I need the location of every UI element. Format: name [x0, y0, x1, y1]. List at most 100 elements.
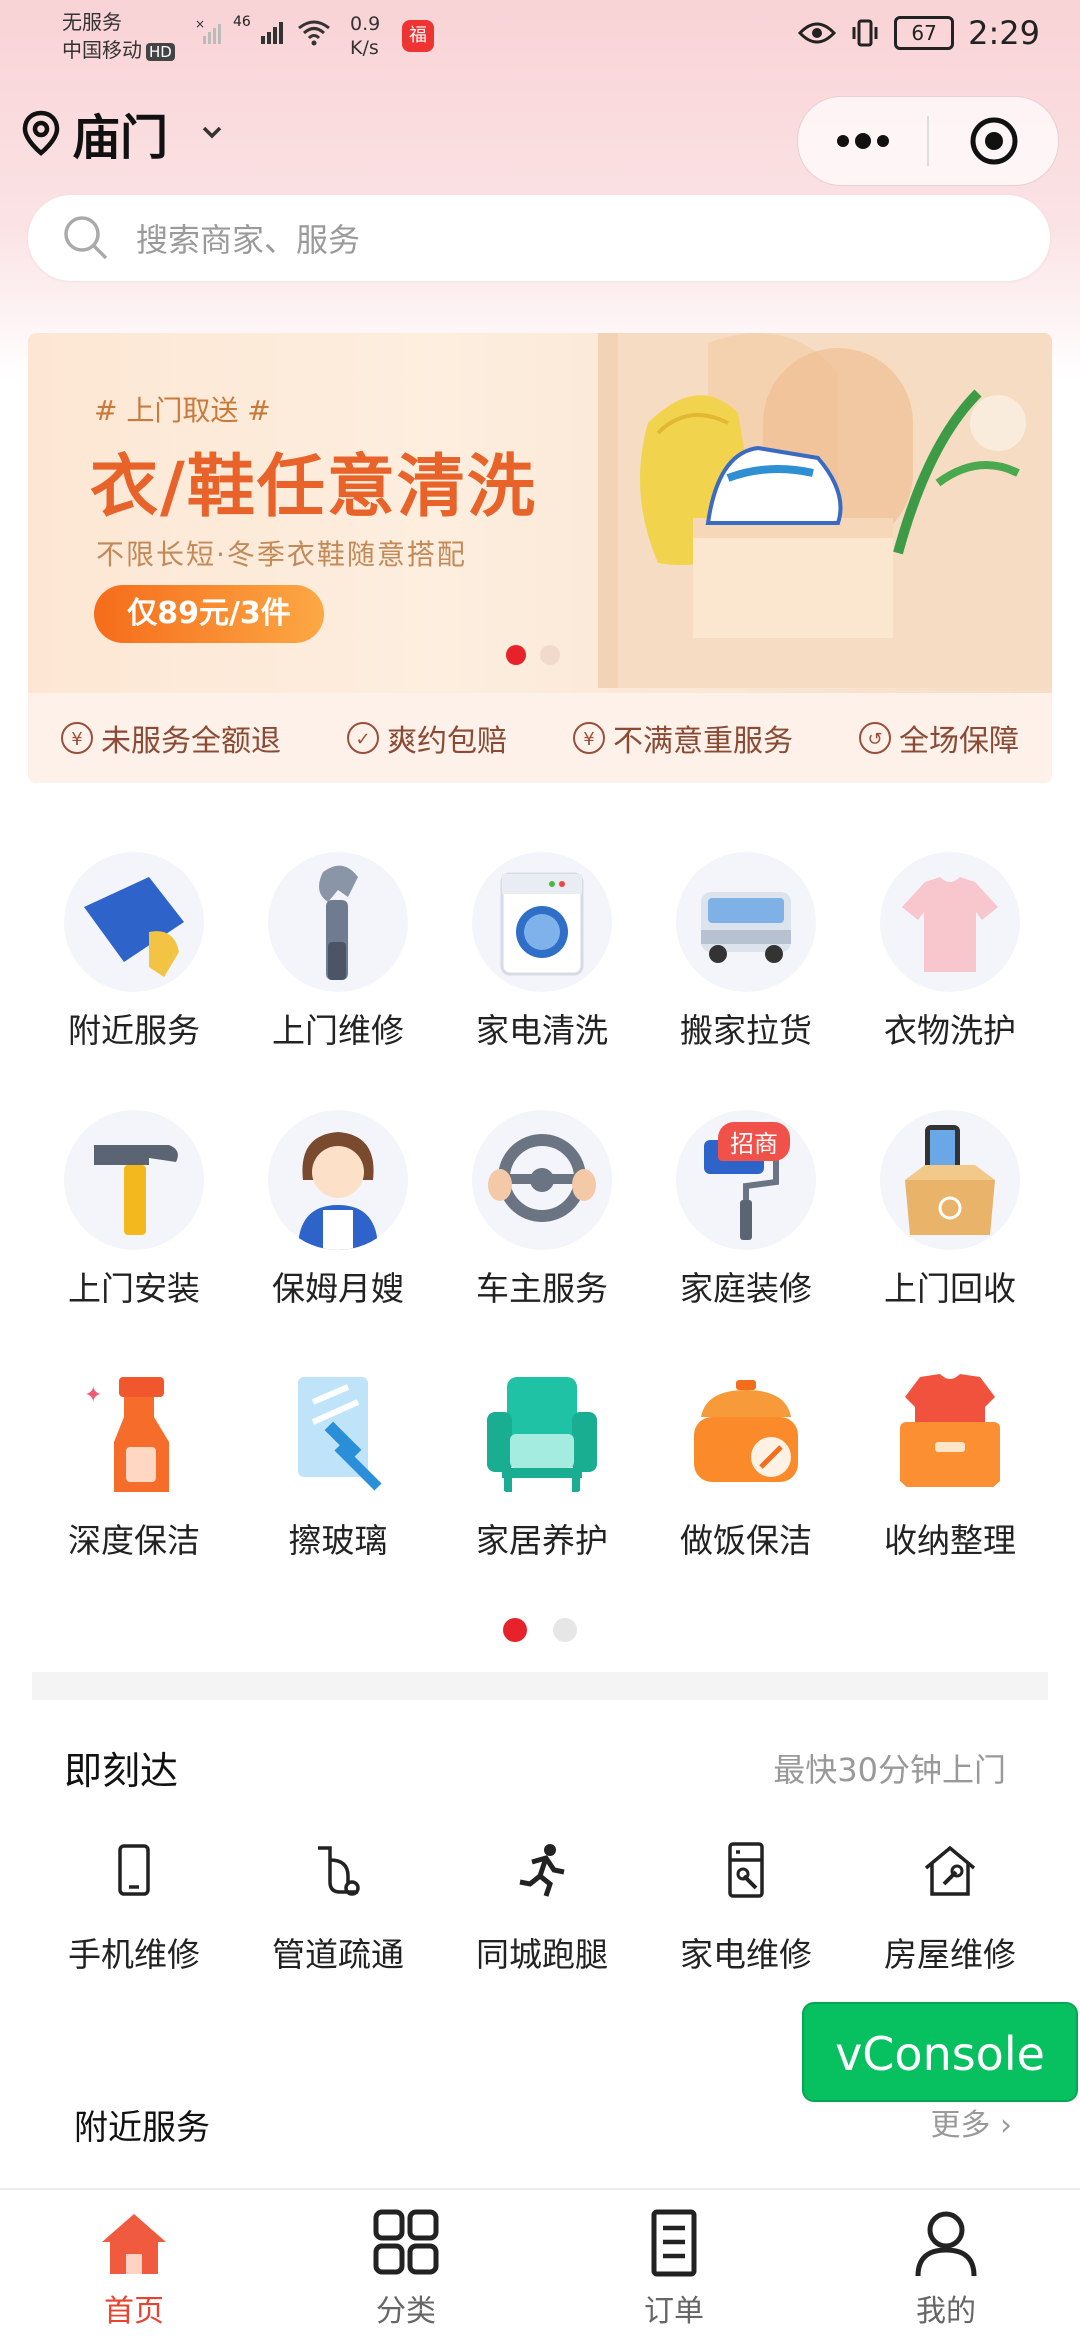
quick-pipe[interactable]: 管道疏通: [236, 1840, 440, 1976]
quick-errand[interactable]: 同城跑腿: [440, 1840, 644, 1976]
armchair-icon: [472, 1362, 612, 1502]
guarantee-label: 全场保障: [899, 724, 1019, 759]
quick-house-repair[interactable]: 房屋维修: [848, 1840, 1052, 1976]
quick-phone-repair[interactable]: 手机维修: [32, 1840, 236, 1976]
category-label: 做饭保洁: [680, 1521, 812, 1560]
runner-icon: [519, 1844, 565, 1897]
category-label: 家庭装修: [680, 1269, 812, 1308]
category-storage[interactable]: 收纳整理: [848, 1362, 1052, 1562]
guarantee-label: 爽约包赔: [387, 724, 507, 759]
page-dot[interactable]: [553, 1618, 577, 1642]
category-label: 收纳整理: [884, 1521, 1016, 1560]
banner-price-button[interactable]: 仅89元/3件: [94, 585, 324, 643]
category-nearby[interactable]: 附近服务: [32, 852, 236, 1052]
category-label: 衣物洗护: [884, 1011, 1016, 1050]
vconsole-button[interactable]: vConsole: [802, 2002, 1078, 2102]
carrier-text: 中国移动: [62, 38, 142, 62]
search-icon: [64, 216, 108, 260]
net-speed: 0.9 K/s: [350, 12, 380, 60]
tab-label: 订单: [644, 2294, 704, 2329]
battery-icon: 67: [894, 16, 955, 50]
guarantee-item: ¥ 不满意重服务: [573, 716, 793, 760]
bottom-tab-bar: 首页 分类 订单 我的: [0, 2188, 1080, 2342]
cloth-hand-icon: [64, 852, 204, 992]
signal-icon: [260, 22, 283, 44]
phone-icon: [118, 1844, 150, 1896]
user-icon: [915, 2211, 977, 2277]
hammer-icon: [64, 1110, 204, 1250]
tshirt-icon: [880, 852, 1020, 992]
category-install[interactable]: 上门安装: [32, 1110, 236, 1310]
app-notification-icon: 福: [402, 20, 434, 52]
nearby-more-link[interactable]: 更多 ›: [930, 2100, 1012, 2144]
wifi-icon: [297, 20, 330, 46]
instant-section-subtitle: 最快30分钟上门: [773, 1751, 1006, 1789]
category-appliance-clean[interactable]: 家电清洗: [440, 852, 644, 1052]
tab-profile[interactable]: 我的: [876, 2208, 1016, 2330]
tab-home[interactable]: 首页: [64, 2208, 204, 2330]
banner-title: 衣/鞋任意清洗: [90, 448, 537, 527]
quick-label: 房屋维修: [884, 1935, 1016, 1974]
tab-label: 首页: [104, 2294, 164, 2329]
category-label: 附近服务: [68, 1011, 200, 1050]
category-moving[interactable]: 搬家拉货: [644, 852, 848, 1052]
carrier-info: 无服务 中国移动 HD: [62, 8, 175, 64]
quick-appliance-repair[interactable]: 家电维修: [644, 1840, 848, 1976]
recycle-box-icon: [880, 1110, 1020, 1250]
target-circle-icon: [970, 117, 1017, 165]
guarantee-label: 未服务全额退: [101, 724, 281, 759]
category-deep-clean[interactable]: ✦ 深度保洁: [32, 1362, 236, 1562]
category-laundry[interactable]: 衣物洗护: [848, 852, 1052, 1052]
wrench-icon: [268, 852, 408, 992]
search-bar[interactable]: 搜索商家、服务: [28, 195, 1050, 281]
location-selector[interactable]: 庙门: [20, 98, 232, 168]
category-repair[interactable]: 上门维修: [236, 852, 440, 1052]
more-menu-button[interactable]: [798, 97, 927, 185]
status-bar: 无服务 中国移动 HD × 46 0.9 K/s 福 67 2:29: [0, 0, 1080, 72]
eye-icon: [798, 22, 837, 44]
vibrate-icon: [852, 19, 878, 47]
truck-icon: [676, 852, 816, 992]
order-icon: [651, 2209, 697, 2277]
category-glass[interactable]: 擦玻璃: [236, 1362, 440, 1562]
category-furniture[interactable]: 家居养护: [440, 1362, 644, 1562]
banner-pagination: [506, 645, 560, 665]
guarantee-label: 不满意重服务: [613, 724, 793, 759]
guarantee-item: ↺ 全场保障: [859, 716, 1019, 760]
nearby-section-title: 附近服务: [74, 2108, 210, 2148]
rice-cooker-icon: [676, 1362, 816, 1502]
category-nanny[interactable]: 保姆月嫂: [236, 1110, 440, 1310]
more-dots-icon: [836, 133, 889, 149]
category-label: 保姆月嫂: [272, 1269, 404, 1308]
quick-label: 家电维修: [680, 1935, 812, 1974]
merchant-badge: 招商: [718, 1122, 790, 1161]
tab-category[interactable]: 分类: [336, 2208, 476, 2330]
tab-label: 我的: [916, 2294, 976, 2329]
banner-dot-active: [506, 645, 526, 665]
svg-text:✦: ✦: [84, 1383, 102, 1408]
page-dot-active: [503, 1618, 527, 1642]
close-miniprogram-button[interactable]: [929, 97, 1058, 185]
category-car[interactable]: 车主服务: [440, 1110, 644, 1310]
quick-label: 管道疏通: [272, 1935, 404, 1974]
category-cooking[interactable]: 做饭保洁: [644, 1362, 848, 1562]
house-repair-icon: [924, 1845, 976, 1896]
category-label: 搬家拉货: [680, 1011, 812, 1050]
promo-banner[interactable]: # 上门取送 # 衣/鞋任意清洗 不限长短·冬季衣鞋随意搭配 仅89元/3件 ¥…: [28, 333, 1052, 783]
shield-icon: ✓: [347, 722, 379, 754]
jacket-shoes-illustration: [598, 333, 1052, 688]
spray-bottle-icon: ✦: [64, 1362, 204, 1502]
category-label: 家电清洗: [476, 1011, 608, 1050]
steering-wheel-icon: [472, 1110, 612, 1250]
squeegee-icon: [268, 1362, 408, 1502]
guarantee-item: ✓ 爽约包赔: [347, 716, 507, 760]
tab-orders[interactable]: 订单: [604, 2208, 744, 2330]
category-label: 上门回收: [884, 1269, 1016, 1308]
category-recycle[interactable]: 上门回收: [848, 1110, 1052, 1310]
net-type-text: 46: [233, 14, 251, 30]
location-pin-icon: [22, 110, 60, 156]
category-label: 家居养护: [476, 1521, 608, 1560]
yen-icon: ¥: [61, 722, 93, 754]
no-service-text: 无服务: [62, 10, 122, 34]
time-text: 2:29: [968, 14, 1040, 52]
